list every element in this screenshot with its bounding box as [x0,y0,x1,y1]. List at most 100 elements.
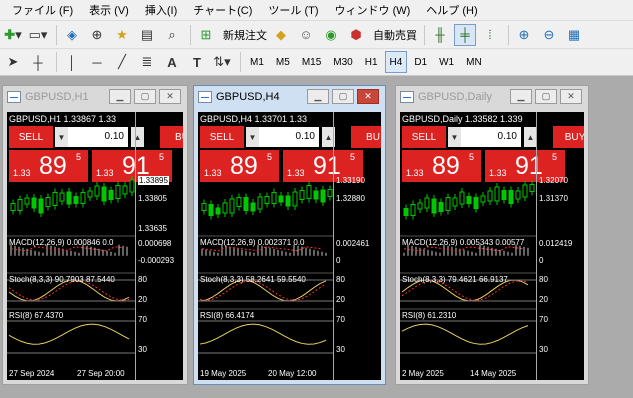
window-controls: ▁ ▢ ✕ [304,89,379,104]
minimize-icon[interactable]: ▁ [307,89,329,104]
candle [431,198,437,214]
new-chart-icon[interactable]: ✚ ▾ [2,24,24,46]
price-chart[interactable]: GBPUSD,H4 1.33701 1.33 SELL ▼ 0.10 ▲ BU 1.33 89… [198,112,381,380]
crosshair-icon[interactable]: ┼ [27,51,49,73]
stoch-axis-value: 20 [539,295,548,304]
zoom-in-icon[interactable]: ⊕ [513,24,535,46]
candle [31,197,37,209]
price-axis-value: 1.32880 [336,194,365,203]
chart-window[interactable]: GBPUSD,H1 ▁ ▢ ✕ GBPUSD,H1 1.33867 1.33 SELL ▼ 0… [2,85,188,385]
rsi-axis-value: 30 [138,345,147,354]
timeframe-h4[interactable]: H4 [384,51,408,73]
timeframe-h1[interactable]: H1 [360,51,383,73]
candle [101,186,107,202]
menu-chart[interactable]: チャート(C) [185,2,260,18]
timeframe-m1[interactable]: M1 [245,51,269,73]
candle [59,192,65,202]
candle [87,190,93,198]
candle [52,192,58,206]
rsi-axis-value: 70 [138,315,147,324]
fibonacci-icon[interactable]: ≣ [136,51,158,73]
terminal-icon[interactable]: ▤ [136,24,158,46]
candle [466,196,472,204]
rsi-axis-value: 70 [336,315,345,324]
timeframe-d1[interactable]: D1 [409,51,432,73]
candle [327,189,333,197]
strategy-tester-icon[interactable]: ⌕ [161,24,183,46]
auto-trade-icon[interactable]: ⬢ [345,24,367,46]
candle [320,189,326,203]
new-order-button[interactable]: 新規注文 [220,27,270,43]
chart-window-title: GBPUSD,H4 [216,91,280,103]
menu-tools[interactable]: ツール (T) [260,2,326,18]
time-axis-label: 27 Sep 2024 [9,369,55,378]
close-icon[interactable]: ✕ [560,89,582,104]
favorites-icon[interactable]: ★ [111,24,133,46]
timeframe-mn[interactable]: MN [461,51,487,73]
market-watch-icon[interactable]: ◈ [61,24,83,46]
candlestick-chart-icon[interactable]: ╪ [454,23,476,46]
timeframe-m30[interactable]: M30 [328,51,357,73]
menu-window[interactable]: ウィンドウ (W) [327,2,419,18]
buy-price-pip: 5 [350,152,356,162]
timeframe-m5[interactable]: M5 [271,51,295,73]
signal-icon[interactable]: ◉ [320,24,342,46]
rsi-label: RSI(8) 61.2310 [402,311,457,320]
candle [38,198,44,214]
candle [424,197,430,209]
timeframe-m15[interactable]: M15 [297,51,326,73]
price-chart[interactable]: GBPUSD,Daily 1.33582 1.339 SELL ▼ 0.10 ▲ BUY 1… [400,112,584,380]
vertical-line-icon[interactable]: │ [61,51,83,73]
menu-file[interactable]: ファイル (F) [4,2,81,18]
menu-insert[interactable]: 挿入(I) [137,2,185,18]
tile-windows-icon[interactable]: ▦ [563,24,585,46]
candle [129,179,135,193]
minimize-icon[interactable]: ▁ [109,89,131,104]
zoom-out-icon[interactable]: ⊖ [538,24,560,46]
minimize-icon[interactable]: ▁ [510,89,532,104]
profiles-icon[interactable]: ▭▾ [27,24,49,46]
stoch-axis-value: 20 [336,295,345,304]
time-axis-label: 20 May 12:00 [268,369,317,378]
experts-icon[interactable]: ☺ [295,24,317,46]
main-toolbar: ✚ ▾ ▭▾ ◈ ⊕ ★ ▤ ⌕ ⊞ 新規注文 ◆ ☺ ◉ ⬢ 自動売買 ╫ ╪ … [0,20,633,48]
candle [285,195,291,207]
candle [515,190,521,200]
close-icon[interactable]: ✕ [357,89,379,104]
horizontal-line-icon[interactable]: ─ [86,51,108,73]
time-axis-label: 14 May 2025 [470,369,517,378]
crosshair-navigator-icon[interactable]: ⊕ [86,24,108,46]
buy-button[interactable]: BU [160,126,183,148]
candle [257,196,263,210]
candle [94,185,100,197]
chart-window[interactable]: GBPUSD,Daily ▁ ▢ ✕ GBPUSD,Daily 1.33582 1.33… [395,85,589,385]
cursor-icon[interactable]: ➤ [2,51,24,73]
text-label-icon[interactable]: T [186,51,208,73]
arrows-icon[interactable]: ⇅▾ [211,51,233,73]
new-order-icon[interactable]: ⊞ [195,24,217,46]
maximize-icon[interactable]: ▢ [332,89,354,104]
bar-chart-icon[interactable]: ╫ [429,24,451,46]
buy-button[interactable]: BU [351,126,381,148]
menu-help[interactable]: ヘルプ (H) [418,2,485,18]
timeframe-w1[interactable]: W1 [434,51,459,73]
maximize-icon[interactable]: ▢ [535,89,557,104]
auto-trade-button[interactable]: 自動売買 [370,27,420,43]
candle [66,191,72,205]
metaeditor-icon[interactable]: ◆ [270,24,292,46]
price-chart[interactable]: GBPUSD,H1 1.33867 1.33SELL▼0.10▲BU1.3389… [7,112,183,380]
buy-button[interactable]: BUY [553,126,584,148]
text-icon[interactable]: A [161,51,183,73]
chart-window-title: GBPUSD,H1 [25,91,89,103]
candle [494,186,500,202]
trendline-icon[interactable]: ╱ [111,51,133,73]
chart-window[interactable]: GBPUSD,H4 ▁ ▢ ✕ GBPUSD,H4 1.33701 1.33 SELL ▼ 0… [193,85,386,385]
candle [222,202,228,214]
maximize-icon[interactable]: ▢ [134,89,156,104]
line-chart-icon[interactable]: ⦙ [479,24,501,46]
rsi-axis-value: 30 [336,345,345,354]
candle [452,197,458,207]
close-icon[interactable]: ✕ [159,89,181,104]
menu-view[interactable]: 表示 (V) [81,2,137,18]
price-axis-value: 1.33805 [138,194,167,203]
